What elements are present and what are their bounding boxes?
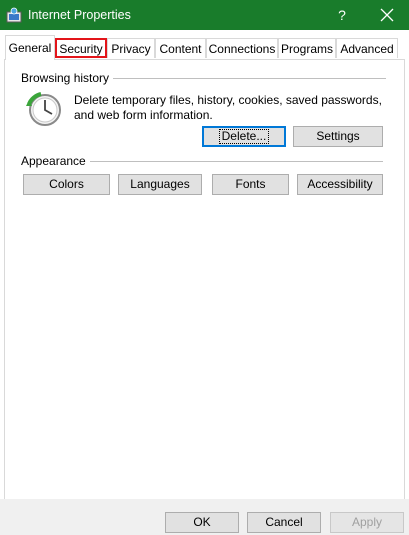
delete-button[interactable]: Delete... (202, 126, 286, 147)
appearance-divider (85, 161, 383, 162)
internet-properties-icon (6, 7, 22, 23)
window-title: Internet Properties (28, 8, 131, 22)
colors-button[interactable]: Colors (23, 174, 110, 195)
ok-button[interactable]: OK (165, 512, 239, 533)
tab-programs[interactable]: Programs (278, 38, 336, 58)
browsing-history-description: Delete temporary files, history, cookies… (74, 93, 382, 122)
history-clock-icon (26, 92, 61, 126)
tab-general[interactable]: General (5, 35, 55, 60)
delete-button-label: Delete... (218, 129, 270, 144)
settings-button[interactable]: Settings (293, 126, 383, 147)
cancel-button[interactable]: Cancel (247, 512, 321, 533)
title-bar: Internet Properties ? (0, 0, 409, 30)
fonts-button[interactable]: Fonts (212, 174, 289, 195)
apply-button: Apply (330, 512, 404, 533)
tab-security[interactable]: Security (55, 38, 107, 58)
browsing-history-heading: Browsing history (21, 71, 114, 85)
accessibility-button[interactable]: Accessibility (297, 174, 383, 195)
tab-connections[interactable]: Connections (206, 38, 278, 58)
close-icon (380, 8, 394, 22)
appearance-heading: Appearance (21, 154, 90, 168)
tab-privacy[interactable]: Privacy (107, 38, 155, 58)
tab-content[interactable]: Content (155, 38, 206, 58)
tab-advanced[interactable]: Advanced (336, 38, 398, 58)
languages-button[interactable]: Languages (118, 174, 202, 195)
help-button[interactable]: ? (330, 5, 354, 25)
close-button[interactable] (375, 5, 399, 25)
browsing-history-divider (108, 78, 386, 79)
